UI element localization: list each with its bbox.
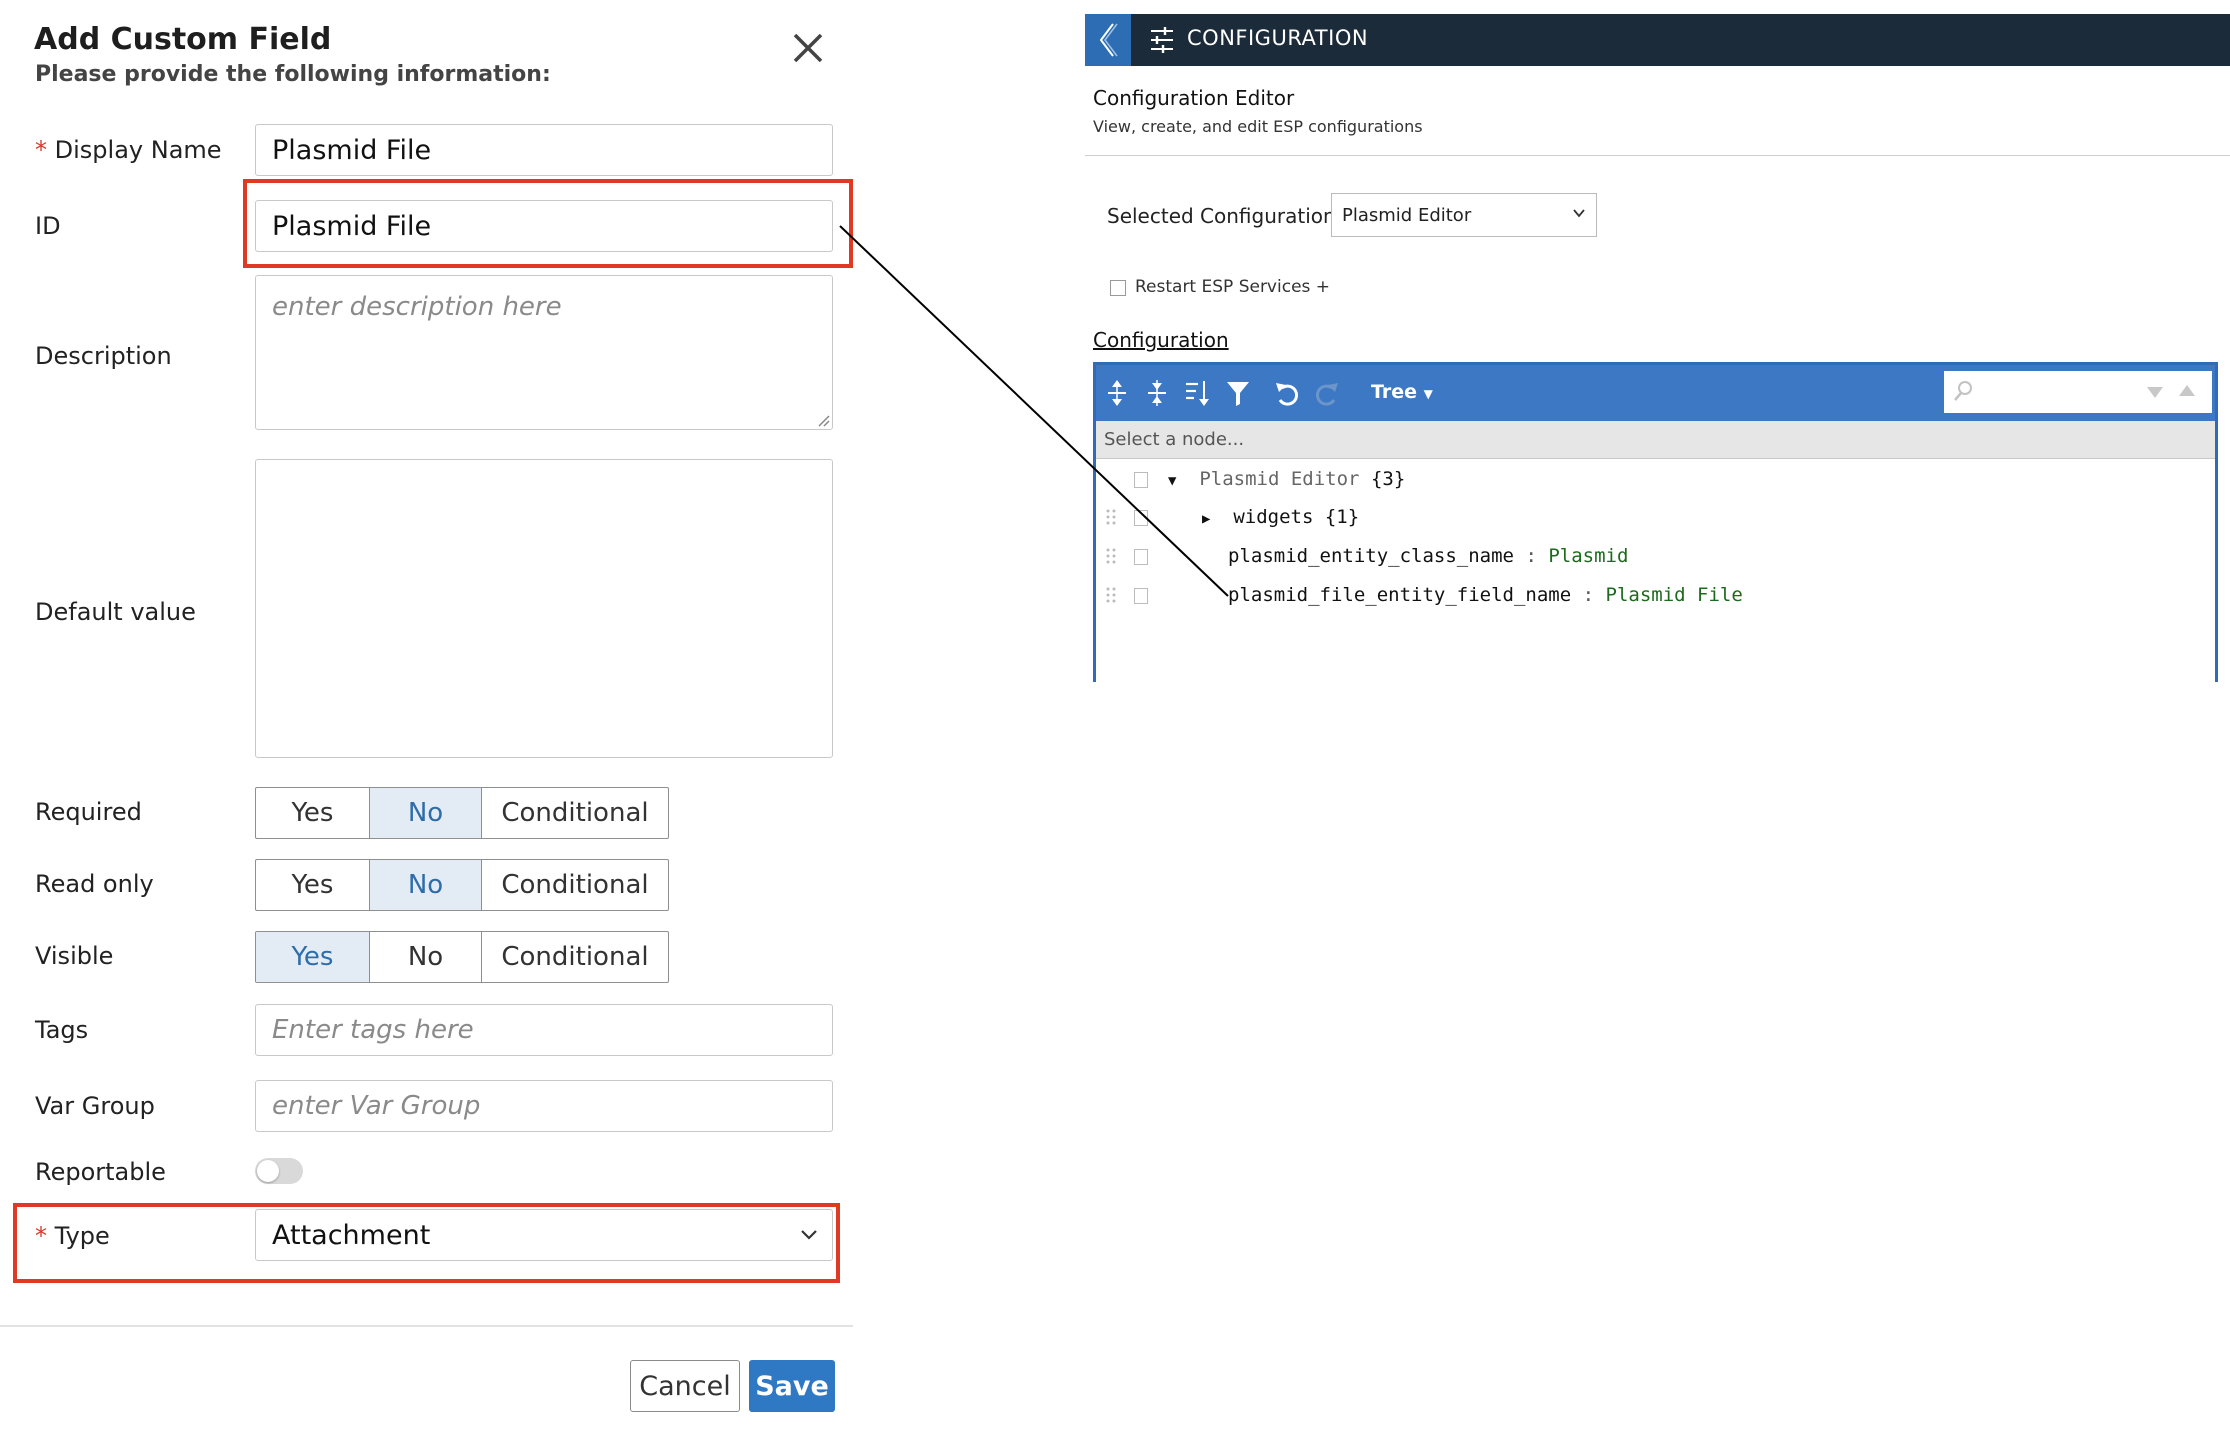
- footer-divider: [0, 1325, 853, 1327]
- close-icon[interactable]: [790, 30, 826, 66]
- description-label: Description: [35, 342, 172, 370]
- required-yes-option[interactable]: Yes: [256, 788, 370, 838]
- search-next-icon[interactable]: [2146, 385, 2164, 399]
- description-textarea[interactable]: enter description here: [255, 275, 833, 430]
- tree-node-root[interactable]: ▼ Plasmid Editor {3}: [1168, 468, 1405, 490]
- tree-search-input[interactable]: [1944, 371, 2212, 413]
- display-name-input[interactable]: Plasmid File: [255, 124, 833, 176]
- var-group-input[interactable]: enter Var Group: [255, 1080, 833, 1132]
- visible-no-option[interactable]: No: [370, 932, 482, 982]
- row-menu-icon[interactable]: [1134, 588, 1148, 604]
- sort-icon[interactable]: [1184, 379, 1210, 407]
- caret-down-icon: ▼: [1423, 387, 1433, 401]
- drag-handle-icon[interactable]: [1106, 508, 1116, 526]
- row-menu-icon[interactable]: [1134, 510, 1148, 526]
- drag-handle-icon[interactable]: [1106, 547, 1116, 565]
- required-segmented-control: Yes No Conditional: [255, 787, 669, 839]
- default-value-textarea[interactable]: [255, 459, 833, 758]
- expanded-triangle-icon[interactable]: ▼: [1168, 473, 1176, 489]
- save-button[interactable]: Save: [749, 1360, 835, 1412]
- row-menu-icon[interactable]: [1134, 549, 1148, 565]
- restart-services-checkbox[interactable]: [1110, 280, 1126, 296]
- visible-segmented-control: Yes No Conditional: [255, 931, 669, 983]
- reportable-toggle[interactable]: [255, 1158, 303, 1184]
- toggle-knob: [257, 1160, 279, 1182]
- required-no-option[interactable]: No: [370, 788, 482, 838]
- config-header-title: CONFIGURATION: [1187, 26, 1369, 50]
- configuration-section-label: Configuration: [1093, 328, 1229, 352]
- expand-all-icon[interactable]: [1106, 379, 1128, 407]
- visible-conditional-option[interactable]: Conditional: [482, 932, 668, 982]
- tree-toolbar: Tree ▼: [1096, 365, 2215, 421]
- resize-handle-icon[interactable]: [816, 413, 830, 427]
- read-only-no-option[interactable]: No: [370, 860, 482, 910]
- required-label: Required: [35, 798, 142, 826]
- display-name-label: * Display Name: [35, 136, 222, 164]
- required-marker: *: [35, 136, 47, 164]
- tree-node-file-field[interactable]: plasmid_file_entity_field_name : Plasmid…: [1228, 584, 1743, 606]
- restart-services-label: Restart ESP Services +: [1135, 277, 1331, 297]
- header-divider: [1085, 155, 2230, 156]
- tags-input[interactable]: Enter tags here: [255, 1004, 833, 1056]
- id-label: ID: [35, 212, 61, 240]
- reportable-label: Reportable: [35, 1158, 166, 1186]
- tree-node-widgets[interactable]: ▶ widgets {1}: [1202, 506, 1359, 528]
- chevron-down-icon: [1573, 209, 1585, 218]
- json-tree-editor: Tree ▼ Select a node... ▼ Plasmid Editor…: [1093, 362, 2218, 682]
- chevron-left-icon: [1099, 23, 1118, 57]
- sliders-icon: [1151, 27, 1173, 53]
- back-button[interactable]: [1085, 14, 1131, 66]
- tags-label: Tags: [35, 1016, 89, 1044]
- default-value-label: Default value: [35, 598, 196, 626]
- collapse-all-icon[interactable]: [1146, 379, 1168, 407]
- tree-node-class-name[interactable]: plasmid_entity_class_name : Plasmid: [1228, 545, 1628, 567]
- tree-mode-dropdown[interactable]: Tree ▼: [1371, 381, 1433, 403]
- config-header-bar: CONFIGURATION: [1085, 14, 2230, 66]
- type-highlight-box: [13, 1203, 840, 1283]
- redo-icon[interactable]: [1314, 379, 1340, 407]
- dialog-title: Add Custom Field: [34, 22, 332, 57]
- collapsed-triangle-icon[interactable]: ▶: [1202, 511, 1210, 527]
- visible-yes-option[interactable]: Yes: [256, 932, 370, 982]
- node-navigation-bar: Select a node...: [1096, 421, 2215, 459]
- var-group-label: Var Group: [35, 1092, 155, 1120]
- visible-label: Visible: [35, 942, 114, 970]
- row-menu-icon[interactable]: [1134, 472, 1148, 488]
- undo-icon[interactable]: [1274, 379, 1300, 407]
- read-only-segmented-control: Yes No Conditional: [255, 859, 669, 911]
- dialog-subtitle: Please provide the following information…: [35, 62, 551, 87]
- config-editor-subtitle: View, create, and edit ESP configuration…: [1093, 117, 1423, 136]
- search-icon: [1954, 381, 1972, 401]
- cancel-button[interactable]: Cancel: [630, 1360, 740, 1412]
- selected-configuration-label: Selected Configuration:: [1107, 204, 1343, 228]
- config-editor-title: Configuration Editor: [1093, 86, 1295, 110]
- read-only-conditional-option[interactable]: Conditional: [482, 860, 668, 910]
- selected-configuration-select[interactable]: Plasmid Editor: [1331, 193, 1597, 237]
- drag-handle-icon[interactable]: [1106, 586, 1116, 604]
- id-highlight-box: [243, 179, 853, 268]
- read-only-yes-option[interactable]: Yes: [256, 860, 370, 910]
- search-previous-icon[interactable]: [2178, 384, 2196, 398]
- read-only-label: Read only: [35, 870, 154, 898]
- filter-icon[interactable]: [1226, 379, 1250, 407]
- required-conditional-option[interactable]: Conditional: [482, 788, 668, 838]
